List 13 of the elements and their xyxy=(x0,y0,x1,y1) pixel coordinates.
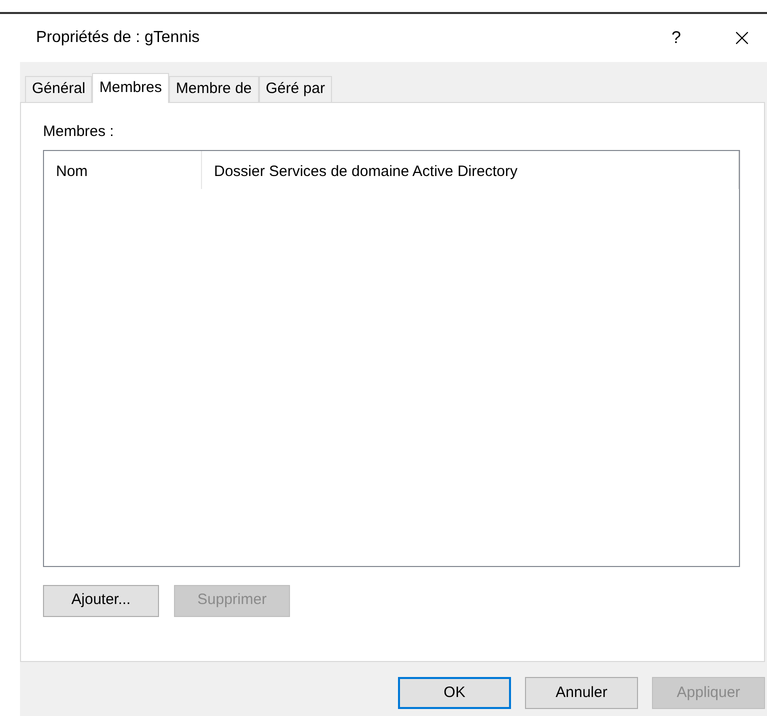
members-list[interactable]: Nom Dossier Services de domaine Active Directory xyxy=(43,150,740,566)
dialog-button[interactable]: OK xyxy=(398,677,511,709)
column-header[interactable]: Nom xyxy=(44,150,202,188)
tab[interactable]: Membres xyxy=(92,73,169,103)
window-title: Propriétés de : gTennis xyxy=(36,28,201,48)
members-label: Membres : xyxy=(43,122,115,142)
tab[interactable]: Géré par xyxy=(258,76,332,102)
dialog-button[interactable]: Ajouter... xyxy=(43,584,159,616)
tab[interactable]: Général xyxy=(25,76,92,102)
tab[interactable]: Membre de xyxy=(168,76,259,102)
dialog-button[interactable]: Annuler xyxy=(525,677,638,709)
column-header[interactable]: Dossier Services de domaine Active Directory xyxy=(202,150,739,188)
help-button[interactable]: ? xyxy=(672,25,681,51)
